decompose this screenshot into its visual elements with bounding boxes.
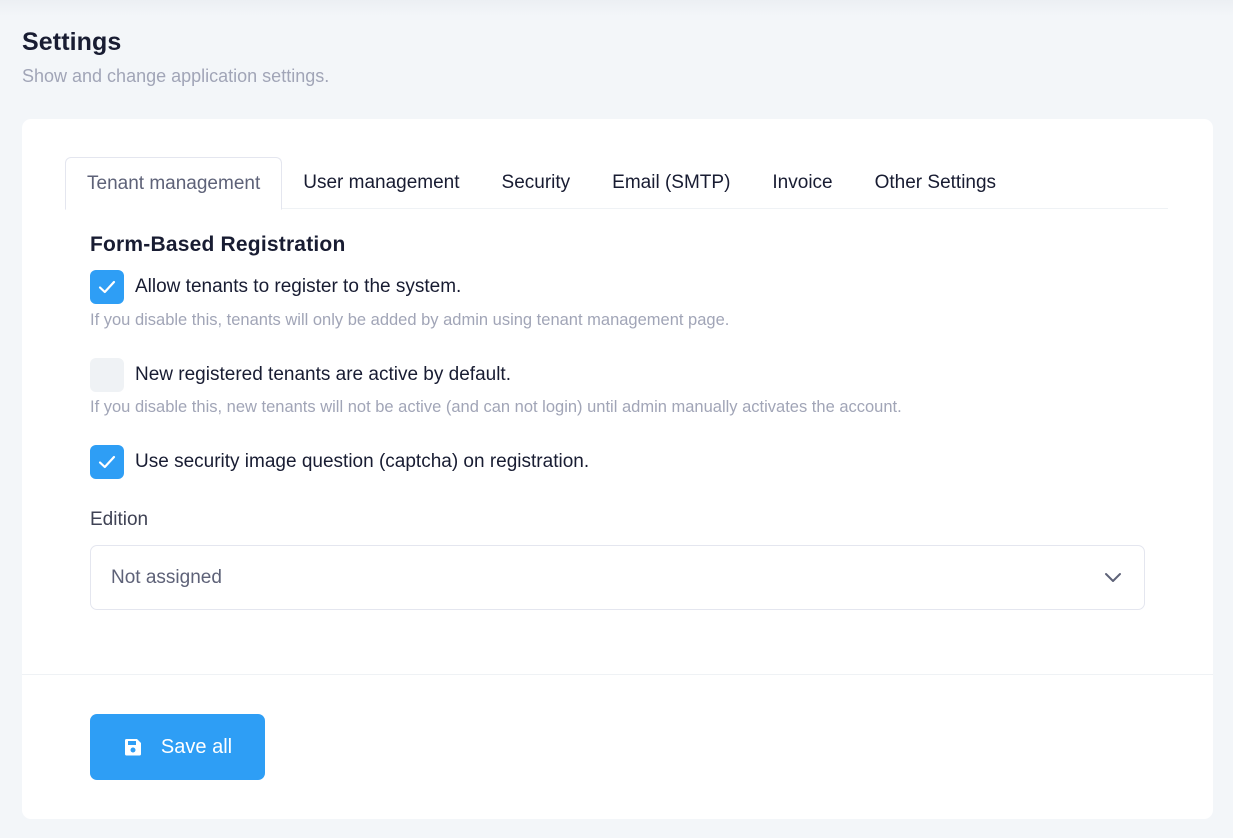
save-all-label: Save all [160,735,233,758]
page-subtitle: Show and change application settings. [22,66,330,86]
option-label: Use security image question (captcha) on… [135,451,590,472]
section-title: Form-Based Registration [90,233,346,256]
tab-bar: Tenant management User management Securi… [65,157,1168,210]
settings-card: Tenant management User management Securi… [22,119,1213,819]
option-active-by-default: New registered tenants are active by def… [90,358,511,392]
option-use-captcha: Use security image question (captcha) on… [90,445,589,479]
option-hint: If you disable this, new tenants will no… [90,398,902,416]
active-by-default-checkbox[interactable] [90,358,124,392]
chevron-down-icon [1105,573,1121,582]
use-captcha-checkbox[interactable] [90,445,124,479]
top-shade [0,0,1233,16]
save-all-button[interactable]: Save all [90,714,265,780]
edition-label: Edition [90,509,149,530]
floppy-disk-icon [123,737,143,757]
option-label: Allow tenants to register to the system. [135,276,462,297]
option-allow-tenant-registration: Allow tenants to register to the system. [90,270,461,304]
tab-invoice[interactable]: Invoice [751,157,853,209]
edition-select-value: Not assigned [111,566,222,588]
card-footer-divider [22,674,1213,675]
page-title: Settings [22,28,122,56]
page-header: Settings Show and change application set… [22,28,329,87]
allow-registration-checkbox[interactable] [90,270,124,304]
tab-security[interactable]: Security [481,157,592,209]
tab-other-settings[interactable]: Other Settings [854,157,1017,209]
check-icon [98,455,116,469]
tab-email-smtp[interactable]: Email (SMTP) [591,157,751,209]
tab-tenant-management[interactable]: Tenant management [65,157,283,210]
tab-user-management[interactable]: User management [282,157,480,209]
edition-select[interactable]: Not assigned [90,545,1145,610]
option-hint: If you disable this, tenants will only b… [90,311,730,329]
option-label: New registered tenants are active by def… [135,364,511,385]
check-icon [98,280,116,294]
